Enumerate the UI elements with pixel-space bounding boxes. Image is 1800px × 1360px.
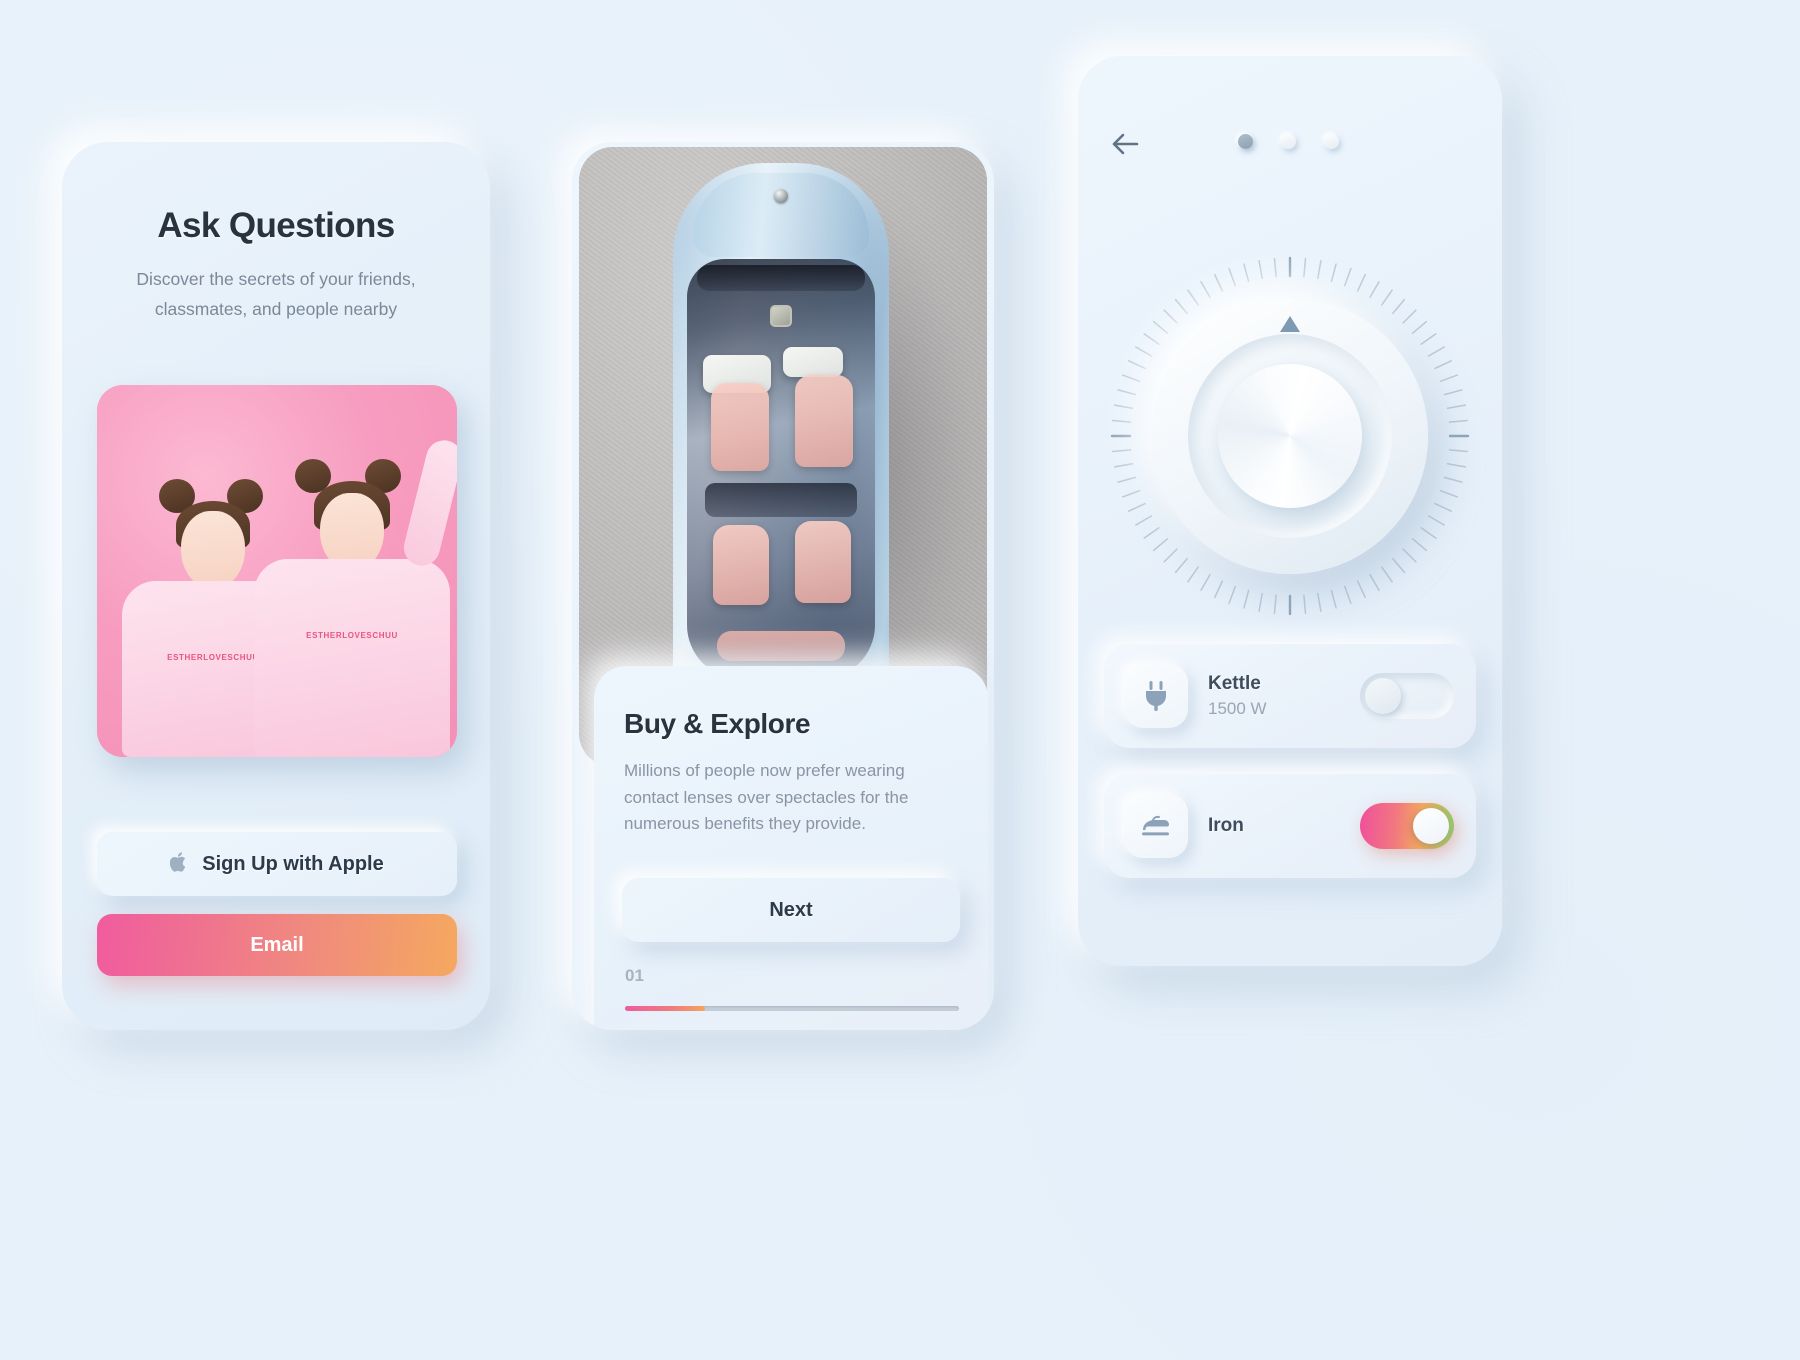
device-text-iron: Iron (1208, 815, 1360, 837)
seat-front-right (795, 375, 853, 467)
email-button-label: Email (250, 933, 304, 956)
progress-track[interactable] (625, 1006, 959, 1011)
page-indicator (1238, 134, 1339, 149)
toggle-knob (1365, 678, 1401, 714)
product-title: Buy & Explore (624, 708, 811, 739)
device-power: 1500 W (1208, 699, 1267, 718)
triangle-up-icon (1280, 316, 1300, 332)
hero-photo: ESTHERLOVESCHUU ESTHERLOVESCHUU (97, 385, 457, 757)
windshield-strip (697, 265, 865, 291)
dial-center-cone (1218, 364, 1362, 508)
progress-fill (625, 1006, 706, 1011)
photo-figure-right: ESTHERLOVESCHUU (247, 417, 457, 757)
apple-icon (170, 851, 189, 877)
car-body (673, 163, 889, 743)
sign-up-with-apple-button[interactable]: Sign Up with Apple (97, 832, 457, 896)
toggle-knob (1413, 808, 1449, 844)
device-text-kettle: Kettle 1500 W (1208, 673, 1360, 719)
sweatshirt (254, 559, 450, 757)
device-toggle-iron[interactable] (1360, 803, 1454, 849)
step-counter: 01 (625, 966, 644, 985)
page-dot-1[interactable] (1238, 134, 1253, 149)
page-subtitle: Discover the secrets of your friends, cl… (136, 269, 416, 319)
plug-icon (1124, 664, 1188, 728)
device-row-kettle[interactable]: Kettle 1500 W (1104, 644, 1476, 748)
page-title: Ask Questions (157, 206, 395, 245)
seat-rear-left (713, 525, 769, 605)
rear-deck (717, 631, 845, 661)
next-button[interactable]: Next (622, 878, 960, 942)
device-row-iron[interactable]: Iron (1104, 774, 1476, 878)
arrow-left-icon (1112, 133, 1139, 155)
next-button-label: Next (769, 898, 813, 921)
product-description: Millions of people now prefer wearing co… (624, 761, 909, 833)
raised-arm (400, 436, 457, 570)
device-name: Kettle (1208, 673, 1261, 694)
center-console (705, 483, 857, 517)
back-button[interactable] (1106, 124, 1152, 164)
rearview-mirror (770, 305, 792, 327)
device-toggle-kettle[interactable] (1360, 673, 1454, 719)
smart-home-card: Kettle 1500 W Iron (1078, 56, 1502, 966)
detail-sheet: Buy & Explore Millions of people now pre… (594, 666, 988, 1030)
sweatshirt-logo: ESTHERLOVESCHUU (167, 653, 259, 662)
face (181, 511, 245, 589)
page-dot-2[interactable] (1281, 134, 1296, 149)
sign-up-with-apple-label: Sign Up with Apple (202, 852, 384, 875)
page-dot-3[interactable] (1324, 134, 1339, 149)
panoramic-roof (687, 259, 875, 679)
iron-icon (1124, 794, 1188, 858)
roof-sensor-icon (774, 189, 788, 203)
seat-front-left (711, 383, 769, 471)
dash-panel-right (783, 347, 843, 377)
rotary-dial[interactable] (1110, 256, 1470, 616)
app-canvas: Ask Questions Discover the secrets of yo… (0, 0, 1800, 1360)
email-button[interactable]: Email (97, 914, 457, 976)
car-hood (693, 173, 869, 257)
sweatshirt-logo: ESTHERLOVESCHUU (306, 631, 398, 640)
seat-rear-right (795, 521, 851, 603)
device-name: Iron (1208, 815, 1244, 836)
product-card: Buy & Explore Millions of people now pre… (572, 142, 994, 1030)
onboarding-card: Ask Questions Discover the secrets of yo… (62, 142, 490, 1030)
